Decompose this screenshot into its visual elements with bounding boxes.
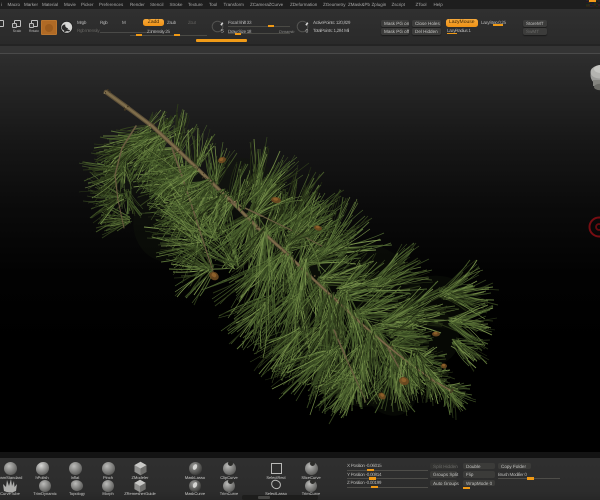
svg-text:S: S	[221, 29, 225, 35]
svg-text:0: 0	[306, 29, 309, 35]
